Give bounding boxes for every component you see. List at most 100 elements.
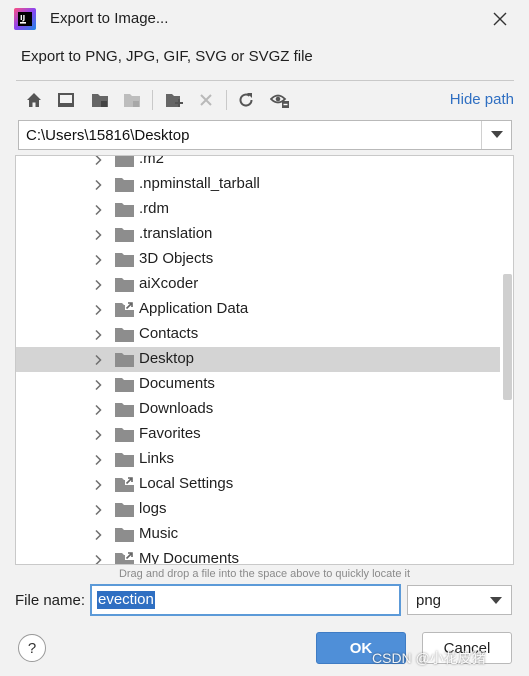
tree-item-label: .m2 bbox=[139, 155, 165, 167]
tree-item-label: My Documents bbox=[139, 550, 240, 565]
folder-icon bbox=[115, 328, 134, 342]
folder-icon bbox=[115, 403, 134, 417]
tree-item-label: Desktop bbox=[139, 350, 195, 367]
chevron-right-icon[interactable] bbox=[92, 479, 104, 491]
chevron-right-icon[interactable] bbox=[92, 155, 104, 166]
tree-row[interactable]: Desktop bbox=[16, 347, 500, 372]
chevron-right-icon[interactable] bbox=[92, 254, 104, 266]
new-folder-button[interactable] bbox=[162, 88, 186, 112]
file-tree[interactable]: My Documents Music logs Local Settings Links… bbox=[15, 155, 514, 565]
tree-item-label: logs bbox=[139, 500, 167, 517]
tree-row[interactable]: Local Settings bbox=[16, 472, 500, 497]
tree-row[interactable]: Downloads bbox=[16, 397, 500, 422]
path-combobox[interactable]: C:\Users\15816\Desktop bbox=[18, 120, 512, 150]
folder-link-icon bbox=[115, 302, 134, 317]
tree-row[interactable]: aiXcoder bbox=[16, 272, 500, 297]
file-name-value[interactable]: evection bbox=[97, 591, 155, 609]
folder-icon bbox=[115, 503, 134, 517]
new-folder-icon bbox=[166, 94, 183, 107]
show-hidden-button[interactable] bbox=[268, 88, 292, 112]
folder-icon bbox=[115, 278, 134, 292]
delete-icon bbox=[200, 94, 212, 106]
tree-item-label: .translation bbox=[139, 225, 213, 242]
svg-text:IJ: IJ bbox=[20, 14, 25, 22]
toolbar-separator bbox=[152, 90, 153, 110]
file-type-value: png bbox=[416, 592, 442, 609]
divider bbox=[16, 80, 514, 81]
folder-icon bbox=[115, 378, 134, 392]
path-field[interactable]: C:\Users\15816\Desktop bbox=[26, 127, 189, 144]
close-button[interactable] bbox=[486, 6, 514, 32]
tree-item-label: Downloads bbox=[139, 400, 214, 417]
export-dialog: IJ Export to Image... Export to PNG, JPG… bbox=[0, 0, 529, 676]
tree-row[interactable]: Favorites bbox=[16, 422, 500, 447]
refresh-icon bbox=[239, 93, 253, 107]
chevron-right-icon[interactable] bbox=[92, 279, 104, 291]
tree-row[interactable]: Application Data bbox=[16, 297, 500, 322]
file-type-select[interactable]: png bbox=[407, 585, 512, 615]
folder-link-icon bbox=[115, 477, 134, 492]
file-chooser-toolbar: Hide path bbox=[16, 86, 516, 114]
chevron-right-icon[interactable] bbox=[92, 354, 104, 366]
tree-row[interactable]: Contacts bbox=[16, 322, 500, 347]
desktop-icon bbox=[58, 93, 74, 107]
tree-row[interactable]: .m2 bbox=[16, 155, 500, 172]
folder-link-icon bbox=[115, 552, 134, 564]
chevron-right-icon[interactable] bbox=[92, 379, 104, 391]
chevron-right-icon[interactable] bbox=[92, 229, 104, 241]
file-name-input[interactable]: evection bbox=[90, 584, 401, 616]
module-folder-icon bbox=[124, 94, 140, 107]
module-folder-button[interactable] bbox=[120, 88, 144, 112]
tree-item-label: Links bbox=[139, 450, 175, 467]
tree-item-label: 3D Objects bbox=[139, 250, 214, 267]
chevron-right-icon[interactable] bbox=[92, 304, 104, 316]
vertical-scrollbar[interactable] bbox=[500, 156, 513, 564]
home-icon bbox=[27, 93, 41, 107]
chevron-right-icon[interactable] bbox=[92, 204, 104, 216]
home-button[interactable] bbox=[22, 88, 46, 112]
tree-row[interactable]: .rdm bbox=[16, 197, 500, 222]
folder-icon bbox=[115, 528, 134, 542]
chevron-down-icon bbox=[490, 597, 502, 604]
tree-row[interactable]: .npminstall_tarball bbox=[16, 172, 500, 197]
tree-row[interactable]: logs bbox=[16, 497, 500, 522]
path-dropdown-button[interactable] bbox=[481, 121, 511, 149]
tree-item-label: Application Data bbox=[139, 300, 249, 317]
refresh-button[interactable] bbox=[234, 88, 258, 112]
chevron-right-icon[interactable] bbox=[92, 179, 104, 191]
chevron-down-icon bbox=[490, 131, 503, 138]
toolbar-separator bbox=[226, 90, 227, 110]
chevron-right-icon[interactable] bbox=[92, 429, 104, 441]
delete-button[interactable] bbox=[194, 88, 218, 112]
tree-row[interactable]: Documents bbox=[16, 372, 500, 397]
tree-item-label: Documents bbox=[139, 375, 215, 392]
chevron-right-icon[interactable] bbox=[92, 454, 104, 466]
scrollbar-thumb[interactable] bbox=[503, 274, 512, 400]
tree-row[interactable]: Music bbox=[16, 522, 500, 547]
tree-item-label: Contacts bbox=[139, 325, 199, 342]
tree-row[interactable]: My Documents bbox=[16, 547, 500, 565]
tree-item-label: .rdm bbox=[139, 200, 169, 217]
hide-path-link[interactable]: Hide path bbox=[450, 91, 514, 108]
chevron-right-icon[interactable] bbox=[92, 529, 104, 541]
chevron-right-icon[interactable] bbox=[92, 504, 104, 516]
drag-drop-hint: Drag and drop a file into the space abov… bbox=[118, 568, 411, 580]
tree-item-label: aiXcoder bbox=[139, 275, 199, 292]
tree-row[interactable]: Links bbox=[16, 447, 500, 472]
folder-icon bbox=[115, 228, 134, 242]
window-title: Export to Image... bbox=[50, 10, 169, 27]
folder-icon bbox=[115, 178, 134, 192]
project-folder-button[interactable] bbox=[88, 88, 112, 112]
tree-item-label: Favorites bbox=[139, 425, 201, 442]
chevron-right-icon[interactable] bbox=[92, 329, 104, 341]
close-icon bbox=[493, 12, 507, 26]
chevron-right-icon[interactable] bbox=[92, 404, 104, 416]
intellij-app-icon: IJ bbox=[14, 8, 36, 30]
tree-row[interactable]: .translation bbox=[16, 222, 500, 247]
tree-item-label: Music bbox=[139, 525, 179, 542]
dialog-description: Export to PNG, JPG, GIF, SVG or SVGZ fil… bbox=[21, 48, 313, 65]
chevron-right-icon[interactable] bbox=[92, 554, 104, 565]
help-button[interactable]: ? bbox=[18, 634, 46, 662]
desktop-button[interactable] bbox=[54, 88, 78, 112]
tree-row[interactable]: 3D Objects bbox=[16, 247, 500, 272]
